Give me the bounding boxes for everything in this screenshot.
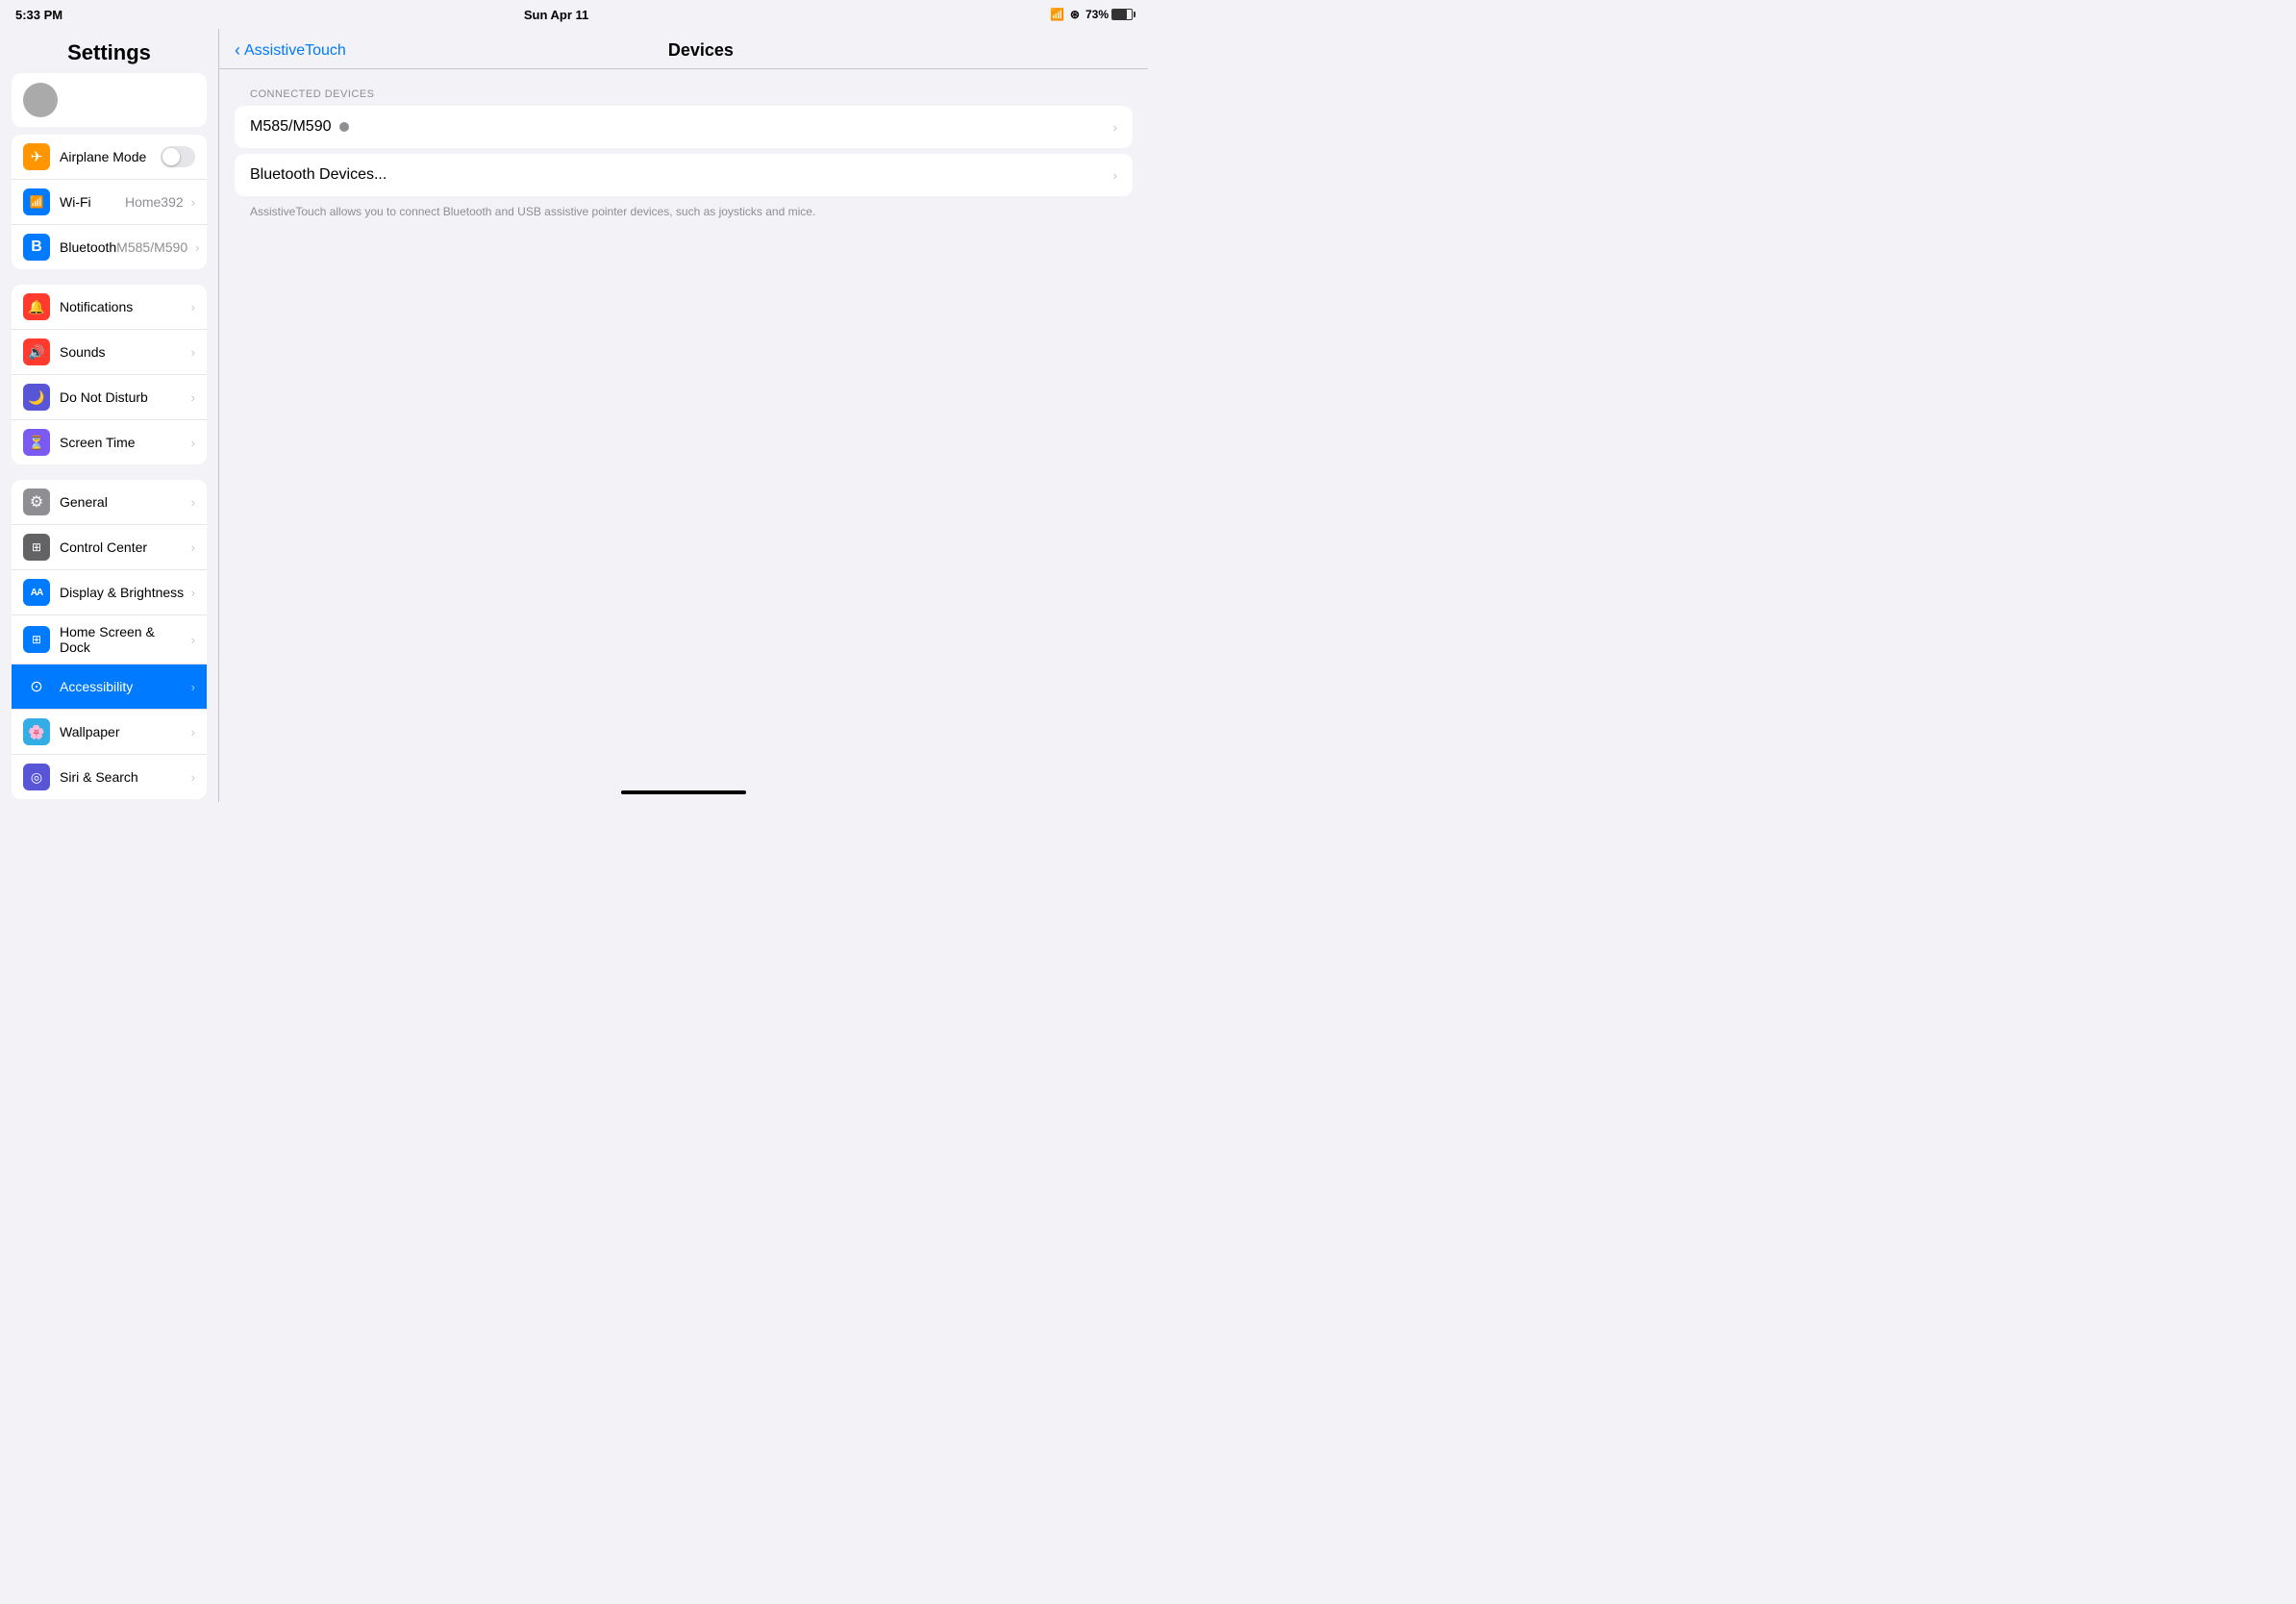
sounds-icon: 🔊 bbox=[23, 338, 50, 365]
airplane-icon: ✈ bbox=[23, 143, 50, 170]
display-label: Display & Brightness bbox=[60, 585, 187, 600]
home-screen-label: Home Screen & Dock bbox=[60, 624, 187, 655]
bluetooth-devices-label: Bluetooth Devices... bbox=[250, 166, 1112, 184]
sidebar-title: Settings bbox=[0, 29, 218, 73]
wallpaper-label: Wallpaper bbox=[60, 724, 187, 739]
connected-devices-group: M585/M590 › bbox=[235, 106, 1133, 148]
do-not-disturb-chevron: › bbox=[191, 390, 195, 405]
sidebar-item-bluetooth[interactable]: B Bluetooth M585/M590 › bbox=[12, 225, 207, 269]
sounds-chevron: › bbox=[191, 345, 195, 360]
profile-row[interactable] bbox=[12, 73, 207, 127]
accessibility-label: Accessibility bbox=[60, 679, 187, 694]
general-chevron: › bbox=[191, 495, 195, 510]
home-screen-chevron: › bbox=[191, 633, 195, 647]
device-label: M585/M590 bbox=[250, 118, 1112, 136]
bluetooth-devices-group: Bluetooth Devices... › bbox=[235, 154, 1133, 196]
notifications-chevron: › bbox=[191, 300, 195, 314]
sidebar-item-do-not-disturb[interactable]: 🌙 Do Not Disturb › bbox=[12, 375, 207, 420]
connectivity-group: ✈ Airplane Mode 📶 Wi-Fi Home392 › B Blue… bbox=[12, 135, 207, 269]
wifi-icon: 📶 bbox=[1050, 8, 1064, 21]
main-layout: Settings ✈ Airplane Mode 📶 Wi-Fi Home392 bbox=[0, 29, 1148, 802]
general-icon: ⚙ bbox=[23, 489, 50, 515]
back-chevron-icon: ‹ bbox=[235, 40, 240, 61]
sidebar-item-home-screen[interactable]: ⊞ Home Screen & Dock › bbox=[12, 615, 207, 664]
status-bar-right: 📶 ⊛ 73% bbox=[1050, 8, 1133, 21]
status-date: Sun Apr 11 bbox=[524, 8, 588, 22]
sidebar-item-notifications[interactable]: 🔔 Notifications › bbox=[12, 285, 207, 330]
sidebar-item-sounds[interactable]: 🔊 Sounds › bbox=[12, 330, 207, 375]
home-screen-icon: ⊞ bbox=[23, 626, 50, 653]
device-m585-m590[interactable]: M585/M590 › bbox=[235, 106, 1133, 148]
airplane-mode-toggle[interactable] bbox=[161, 146, 195, 167]
connected-devices-header: CONNECTED DEVICES bbox=[235, 88, 1133, 100]
sidebar-item-screen-time[interactable]: ⏳ Screen Time › bbox=[12, 420, 207, 464]
status-bar: 5:33 PM Sun Apr 11 📶 ⊛ 73% bbox=[0, 0, 1148, 29]
accessibility-chevron: › bbox=[191, 680, 195, 694]
right-content: CONNECTED DEVICES M585/M590 › Bluetooth … bbox=[219, 69, 1148, 785]
settings-scroll: ✈ Airplane Mode 📶 Wi-Fi Home392 › B Blue… bbox=[0, 135, 218, 802]
wifi-settings-icon: 📶 bbox=[23, 188, 50, 215]
bluetooth-icon: B bbox=[23, 234, 50, 261]
bluetooth-chevron: › bbox=[195, 240, 199, 255]
bluetooth-devices-row[interactable]: Bluetooth Devices... › bbox=[235, 154, 1133, 196]
notifications-group: 🔔 Notifications › 🔊 Sounds › 🌙 Do Not Di… bbox=[12, 285, 207, 464]
control-center-icon: ⊞ bbox=[23, 534, 50, 561]
sounds-label: Sounds bbox=[60, 344, 187, 360]
sidebar-item-wallpaper[interactable]: 🌸 Wallpaper › bbox=[12, 710, 207, 755]
display-chevron: › bbox=[191, 586, 195, 600]
sidebar-item-siri-search[interactable]: ◎ Siri & Search › bbox=[12, 755, 207, 799]
display-group: ⚙ General › ⊞ Control Center › AA Displa… bbox=[12, 480, 207, 799]
screen-time-label: Screen Time bbox=[60, 435, 187, 450]
back-button[interactable]: ‹ AssistiveTouch bbox=[235, 40, 346, 61]
siri-icon: ◎ bbox=[23, 764, 50, 790]
home-bar bbox=[621, 790, 746, 794]
sidebar-item-airplane-mode[interactable]: ✈ Airplane Mode bbox=[12, 135, 207, 180]
device-chevron: › bbox=[1112, 119, 1117, 135]
siri-label: Siri & Search bbox=[60, 769, 187, 785]
do-not-disturb-icon: 🌙 bbox=[23, 384, 50, 411]
notifications-icon: 🔔 bbox=[23, 293, 50, 320]
status-time: 5:33 PM bbox=[15, 8, 62, 22]
right-panel: ‹ AssistiveTouch Devices CONNECTED DEVIC… bbox=[219, 29, 1148, 802]
airplane-mode-label: Airplane Mode bbox=[60, 149, 161, 164]
avatar bbox=[23, 83, 58, 117]
battery-indicator: 73% bbox=[1086, 8, 1133, 21]
display-icon: AA bbox=[23, 579, 50, 606]
right-header: ‹ AssistiveTouch Devices bbox=[219, 29, 1148, 69]
back-label: AssistiveTouch bbox=[244, 42, 346, 60]
bluetooth-devices-chevron: › bbox=[1112, 167, 1117, 183]
bluetooth-label: Bluetooth bbox=[60, 239, 116, 255]
wallpaper-icon: 🌸 bbox=[23, 718, 50, 745]
do-not-disturb-label: Do Not Disturb bbox=[60, 389, 187, 405]
sidebar-item-general[interactable]: ⚙ General › bbox=[12, 480, 207, 525]
control-center-label: Control Center bbox=[60, 539, 187, 555]
battery-icon bbox=[1111, 9, 1133, 20]
wallpaper-chevron: › bbox=[191, 725, 195, 739]
screen-time-icon: ⏳ bbox=[23, 429, 50, 456]
accessibility-icon: ⊙ bbox=[23, 673, 50, 700]
location-icon: ⊛ bbox=[1070, 8, 1080, 21]
bluetooth-value: M585/M590 bbox=[116, 239, 187, 255]
battery-percentage: 73% bbox=[1086, 8, 1109, 21]
home-bar-container bbox=[219, 785, 1148, 802]
bluetooth-description: AssistiveTouch allows you to connect Blu… bbox=[235, 196, 1133, 220]
notifications-label: Notifications bbox=[60, 299, 187, 314]
sidebar-item-control-center[interactable]: ⊞ Control Center › bbox=[12, 525, 207, 570]
screen-time-chevron: › bbox=[191, 436, 195, 450]
wifi-chevron: › bbox=[191, 195, 195, 210]
control-center-chevron: › bbox=[191, 540, 195, 555]
right-panel-title: Devices bbox=[346, 40, 1056, 61]
sidebar: Settings ✈ Airplane Mode 📶 Wi-Fi Home392 bbox=[0, 29, 219, 802]
wifi-label: Wi-Fi bbox=[60, 194, 125, 210]
wifi-value: Home392 bbox=[125, 194, 184, 210]
device-status-dot bbox=[339, 122, 349, 132]
sidebar-item-accessibility[interactable]: ⊙ Accessibility › bbox=[12, 664, 207, 710]
sidebar-item-display-brightness[interactable]: AA Display & Brightness › bbox=[12, 570, 207, 615]
sidebar-item-wifi[interactable]: 📶 Wi-Fi Home392 › bbox=[12, 180, 207, 225]
general-label: General bbox=[60, 494, 187, 510]
siri-chevron: › bbox=[191, 770, 195, 785]
